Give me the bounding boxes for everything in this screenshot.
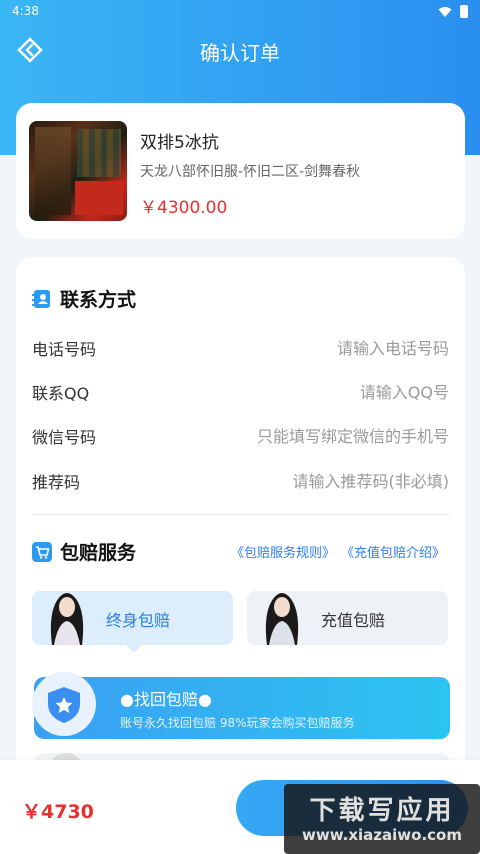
contact-book-icon xyxy=(32,289,50,308)
shield-icon xyxy=(48,687,80,723)
referral-label: 推荐码 xyxy=(32,473,81,492)
phone-label: 电话号码 xyxy=(32,340,97,359)
cart-icon xyxy=(32,541,52,562)
product-thumbnail xyxy=(29,121,127,221)
service-links: 《包赔服务规则》 《充值包赔介绍》 xyxy=(231,542,445,561)
recharge-intro-link[interactable]: 《充值包赔介绍》 xyxy=(341,542,445,561)
watermark-url: www.xiazaiwo.com xyxy=(302,826,462,844)
qq-field-row: 联系QQ xyxy=(32,380,449,404)
contact-section-header: 联系方式 xyxy=(32,285,136,312)
product-name: 双排5冰抗 xyxy=(140,133,219,153)
top-bar: 确认订单 xyxy=(0,24,480,76)
qq-label: 联系QQ xyxy=(32,384,90,403)
recharge-compensation-option[interactable]: 充值包赔 xyxy=(247,591,448,645)
plan-description: 账号永久找回包赔 98%玩家会购买包赔服务 xyxy=(120,716,355,730)
service-section-title: 包赔服务 xyxy=(60,542,137,564)
plan-badge xyxy=(32,672,96,736)
selected-pointer xyxy=(126,645,142,653)
wifi-icon xyxy=(438,6,452,17)
phone-input[interactable] xyxy=(189,338,449,358)
page-title: 确认订单 xyxy=(200,41,280,65)
product-server: 天龙八部怀旧服-怀旧二区-剑舞春秋 xyxy=(140,164,361,180)
site-watermark: 下载写应用 www.xiazaiwo.com xyxy=(284,784,480,854)
recovery-compensation-plan[interactable]: ●找回包赔● 账号永久找回包赔 98%玩家会购买包赔服务 xyxy=(32,672,450,739)
referral-input[interactable] xyxy=(189,471,449,491)
referral-field-row: 推荐码 xyxy=(32,469,449,493)
wechat-label: 微信号码 xyxy=(32,428,97,447)
wechat-field-row: 微信号码 xyxy=(32,424,449,448)
status-time: 4:38 xyxy=(12,4,39,18)
contact-section-title: 联系方式 xyxy=(60,289,137,311)
product-price: ￥4300.00 xyxy=(140,198,228,218)
battery-icon xyxy=(460,5,468,18)
product-card: 双排5冰抗 天龙八部怀旧服-怀旧二区-剑舞春秋 ￥4300.00 xyxy=(16,103,465,239)
recharge-option-label: 充值包赔 xyxy=(321,611,386,630)
total-price: ￥4730 xyxy=(22,801,94,823)
wechat-input[interactable] xyxy=(189,426,449,446)
lifetime-option-label: 终身包赔 xyxy=(106,611,171,630)
qq-input[interactable] xyxy=(189,382,449,402)
plan-title: ●找回包赔● xyxy=(120,690,212,709)
watermark-title: 下载写应用 xyxy=(309,796,455,826)
character-avatar xyxy=(265,593,299,645)
lifetime-compensation-option[interactable]: 终身包赔 xyxy=(32,591,233,653)
status-bar: 4:38 xyxy=(0,0,480,24)
phone-field-row: 电话号码 xyxy=(32,336,449,360)
service-section-header: 包赔服务 xyxy=(32,538,136,565)
service-rules-link[interactable]: 《包赔服务规则》 xyxy=(231,542,335,561)
section-divider xyxy=(32,514,449,515)
character-avatar xyxy=(50,593,84,645)
status-icons xyxy=(438,5,468,18)
